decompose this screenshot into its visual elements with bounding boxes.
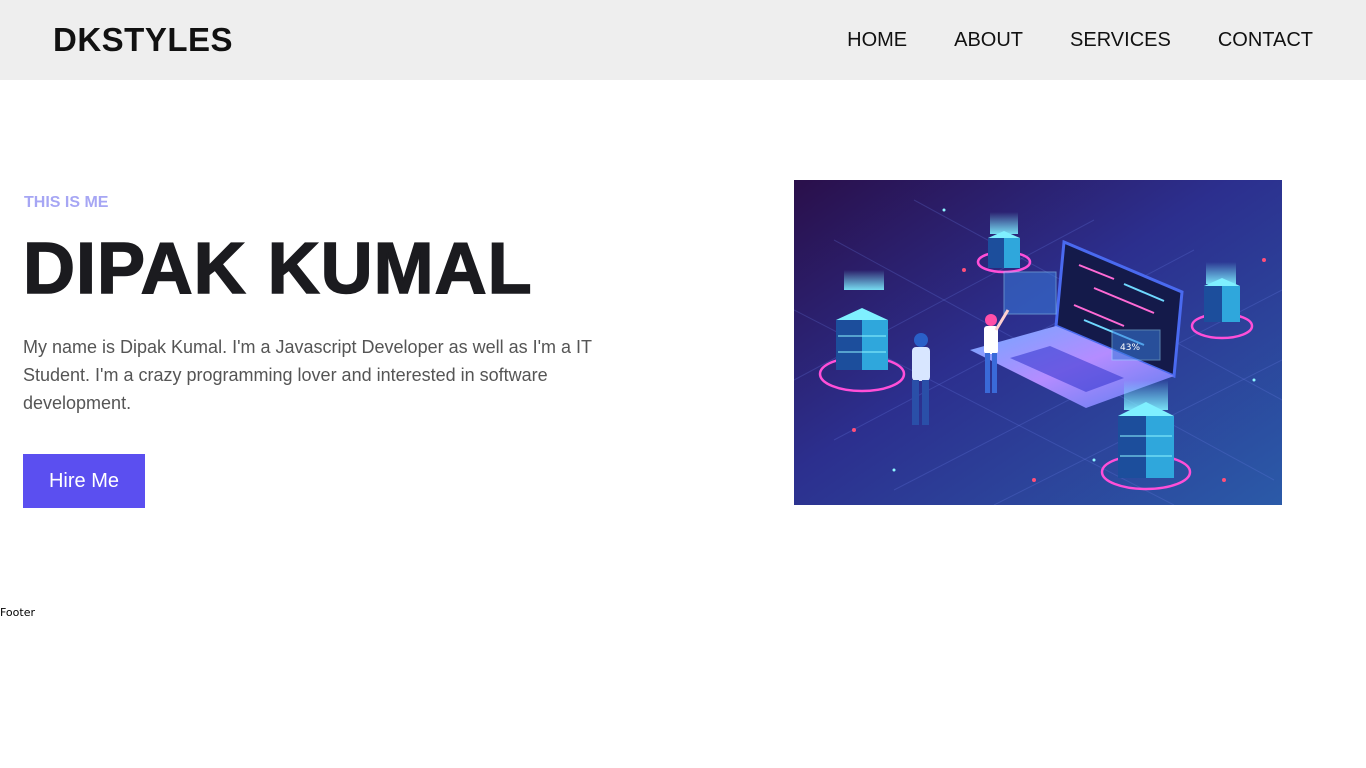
hero-illustration: 43%: [794, 180, 1282, 505]
nav-link-home[interactable]: HOME: [847, 28, 907, 52]
hero-subtitle: THIS IS ME: [24, 194, 109, 211]
isometric-server-laptop-illustration-icon: 43%: [794, 180, 1282, 505]
hire-me-button[interactable]: Hire Me: [23, 454, 145, 508]
screen-percent-label: 43%: [1120, 343, 1140, 353]
nav-menu: HOME ABOUT SERVICES CONTACT: [847, 28, 1313, 52]
nav-link-contact[interactable]: CONTACT: [1218, 28, 1313, 52]
navbar: DKSTYLES HOME ABOUT SERVICES CONTACT: [0, 0, 1366, 80]
hero-description: My name is Dipak Kumal. I'm a Javascript…: [23, 337, 592, 413]
nav-link-about[interactable]: ABOUT: [954, 28, 1023, 52]
hero-title: DIPAK KUMAL: [22, 228, 533, 310]
nav-link-services[interactable]: SERVICES: [1070, 28, 1171, 52]
footer: Footer: [0, 606, 35, 619]
site-logo[interactable]: DKSTYLES: [53, 21, 233, 59]
